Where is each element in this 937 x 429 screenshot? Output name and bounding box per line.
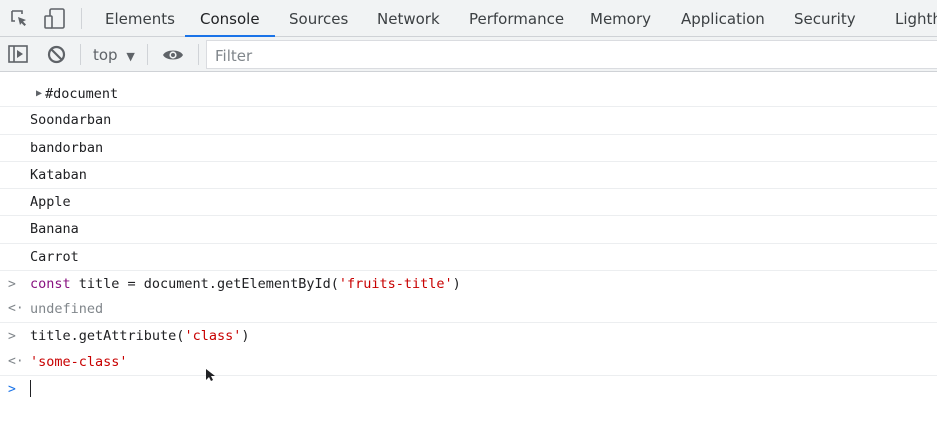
input-prompt-icon: >	[8, 329, 16, 345]
result-entry: <· 'some-class'	[0, 351, 937, 376]
code: )	[452, 276, 461, 293]
show-sidebar-icon[interactable]	[8, 45, 28, 67]
prompt-chevron-icon: >	[8, 381, 16, 397]
tab-performance[interactable]: Performance	[469, 0, 564, 37]
tab-console[interactable]: Console	[185, 0, 275, 37]
log-entry: Banana	[0, 216, 937, 244]
context-label: top	[93, 46, 118, 64]
result-entry: <· undefined	[0, 298, 937, 324]
divider	[198, 44, 199, 65]
tab-network[interactable]: Network	[377, 0, 440, 37]
console-toolbar: top ▼ Filter	[0, 37, 937, 72]
inspect-element-icon[interactable]	[10, 9, 28, 31]
clear-console-icon[interactable]	[47, 45, 66, 68]
divider	[81, 8, 82, 29]
tab-lighthouse[interactable]: Lighth	[895, 0, 937, 37]
divider	[147, 44, 148, 65]
context-selector[interactable]: top ▼	[93, 46, 135, 64]
command-entry: > title.getAttribute('class')	[0, 323, 937, 350]
string-literal: 'fruits-title'	[338, 276, 453, 293]
result-arrow-icon: <·	[8, 301, 24, 317]
document-label: #document	[45, 86, 119, 102]
console-prompt-input[interactable]: >	[0, 376, 937, 403]
input-prompt-icon: >	[8, 277, 16, 293]
filter-input[interactable]: Filter	[206, 40, 937, 69]
tab-sources[interactable]: Sources	[289, 0, 348, 37]
log-entry: Apple	[0, 189, 937, 217]
code: )	[241, 328, 250, 345]
divider	[80, 44, 81, 65]
result-value: undefined	[30, 301, 104, 318]
tab-elements[interactable]: Elements	[105, 0, 175, 37]
tab-application[interactable]: Application	[681, 0, 765, 37]
command-entry: > const title = document.getElementById('…	[0, 271, 937, 298]
log-entry: Carrot	[0, 244, 937, 272]
filter-placeholder: Filter	[215, 47, 253, 65]
string-literal: 'class'	[184, 328, 242, 345]
log-entry: Kataban	[0, 162, 937, 190]
code: title.getAttribute(	[30, 328, 185, 345]
log-entry: Soondarban	[0, 107, 937, 135]
text-caret	[30, 380, 31, 398]
log-entry: bandorban	[0, 135, 937, 162]
result-value: 'some-class'	[30, 353, 128, 370]
keyword: const	[30, 276, 71, 293]
mouse-cursor-icon	[206, 367, 215, 386]
live-expression-eye-icon[interactable]	[162, 47, 184, 66]
dropdown-arrow-icon: ▼	[126, 50, 135, 63]
console-output: ▶ #document Soondarban bandorban Kataban …	[0, 80, 937, 403]
devtools-tab-bar: Elements Console Sources Network Perform…	[0, 0, 937, 37]
document-node[interactable]: ▶ #document	[0, 80, 937, 108]
device-toolbar-icon[interactable]	[44, 8, 66, 33]
expand-triangle-icon[interactable]: ▶	[36, 88, 42, 99]
result-arrow-icon: <·	[8, 353, 24, 369]
tab-security[interactable]: Security	[794, 0, 856, 37]
code: title = document.getElementById(	[70, 276, 339, 293]
tab-memory[interactable]: Memory	[590, 0, 651, 37]
